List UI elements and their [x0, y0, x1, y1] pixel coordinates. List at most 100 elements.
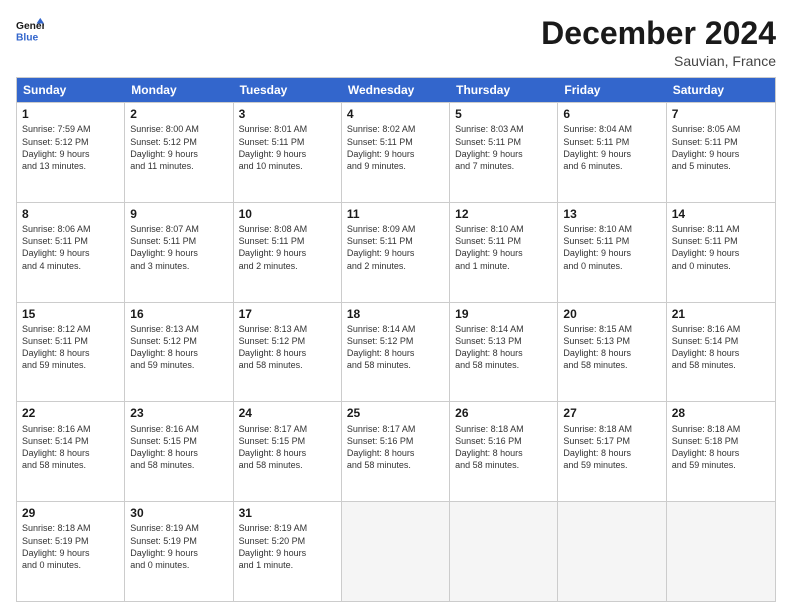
- day-number: 20: [563, 306, 660, 322]
- cell-line: Sunrise: 8:18 AM: [22, 522, 119, 534]
- cell-line: Sunset: 5:15 PM: [239, 435, 336, 447]
- day-number: 21: [672, 306, 770, 322]
- day-number: 2: [130, 106, 227, 122]
- cell-line: Sunset: 5:20 PM: [239, 535, 336, 547]
- cell-line: Sunset: 5:14 PM: [672, 335, 770, 347]
- cell-line: Sunrise: 8:17 AM: [347, 423, 444, 435]
- calendar: SundayMondayTuesdayWednesdayThursdayFrid…: [16, 77, 776, 602]
- day-number: 27: [563, 405, 660, 421]
- cell-line: Daylight: 8 hours: [347, 447, 444, 459]
- day-cell-23: 23Sunrise: 8:16 AMSunset: 5:15 PMDayligh…: [125, 402, 233, 501]
- cell-line: Sunrise: 8:13 AM: [130, 323, 227, 335]
- cell-line: Sunrise: 8:13 AM: [239, 323, 336, 335]
- cell-line: Daylight: 8 hours: [563, 347, 660, 359]
- cell-line: Sunset: 5:11 PM: [563, 136, 660, 148]
- empty-cell: [342, 502, 450, 601]
- cell-line: and 0 minutes.: [130, 559, 227, 571]
- title-area: December 2024 Sauvian, France: [541, 16, 776, 69]
- empty-cell: [558, 502, 666, 601]
- cell-line: Sunset: 5:19 PM: [130, 535, 227, 547]
- cell-line: and 1 minute.: [239, 559, 336, 571]
- day-number: 9: [130, 206, 227, 222]
- day-cell-14: 14Sunrise: 8:11 AMSunset: 5:11 PMDayligh…: [667, 203, 775, 302]
- day-number: 16: [130, 306, 227, 322]
- cell-line: Sunset: 5:15 PM: [130, 435, 227, 447]
- day-cell-22: 22Sunrise: 8:16 AMSunset: 5:14 PMDayligh…: [17, 402, 125, 501]
- day-number: 13: [563, 206, 660, 222]
- day-number: 23: [130, 405, 227, 421]
- day-number: 6: [563, 106, 660, 122]
- day-cell-4: 4Sunrise: 8:02 AMSunset: 5:11 PMDaylight…: [342, 103, 450, 202]
- cell-line: Daylight: 8 hours: [239, 347, 336, 359]
- day-cell-1: 1Sunrise: 7:59 AMSunset: 5:12 PMDaylight…: [17, 103, 125, 202]
- cell-line: and 58 minutes.: [455, 359, 552, 371]
- cell-line: Sunrise: 8:16 AM: [22, 423, 119, 435]
- day-cell-12: 12Sunrise: 8:10 AMSunset: 5:11 PMDayligh…: [450, 203, 558, 302]
- day-cell-26: 26Sunrise: 8:18 AMSunset: 5:16 PMDayligh…: [450, 402, 558, 501]
- day-cell-21: 21Sunrise: 8:16 AMSunset: 5:14 PMDayligh…: [667, 303, 775, 402]
- cell-line: and 59 minutes.: [22, 359, 119, 371]
- cell-line: Daylight: 8 hours: [22, 447, 119, 459]
- cell-line: Daylight: 8 hours: [455, 447, 552, 459]
- cell-line: and 58 minutes.: [239, 359, 336, 371]
- cell-line: Daylight: 8 hours: [22, 347, 119, 359]
- cell-line: and 1 minute.: [455, 260, 552, 272]
- cell-line: and 59 minutes.: [563, 459, 660, 471]
- cell-line: and 58 minutes.: [239, 459, 336, 471]
- cell-line: Daylight: 8 hours: [455, 347, 552, 359]
- cell-line: Daylight: 8 hours: [347, 347, 444, 359]
- cell-line: Sunset: 5:12 PM: [22, 136, 119, 148]
- cell-line: Sunset: 5:13 PM: [455, 335, 552, 347]
- day-cell-16: 16Sunrise: 8:13 AMSunset: 5:12 PMDayligh…: [125, 303, 233, 402]
- cell-line: Sunset: 5:11 PM: [672, 235, 770, 247]
- day-cell-9: 9Sunrise: 8:07 AMSunset: 5:11 PMDaylight…: [125, 203, 233, 302]
- cell-line: and 10 minutes.: [239, 160, 336, 172]
- day-cell-17: 17Sunrise: 8:13 AMSunset: 5:12 PMDayligh…: [234, 303, 342, 402]
- cell-line: and 4 minutes.: [22, 260, 119, 272]
- cell-line: Sunset: 5:13 PM: [563, 335, 660, 347]
- day-number: 26: [455, 405, 552, 421]
- day-number: 10: [239, 206, 336, 222]
- cell-line: and 7 minutes.: [455, 160, 552, 172]
- cell-line: Sunrise: 8:04 AM: [563, 123, 660, 135]
- cell-line: Sunrise: 8:08 AM: [239, 223, 336, 235]
- day-cell-20: 20Sunrise: 8:15 AMSunset: 5:13 PMDayligh…: [558, 303, 666, 402]
- calendar-body: 1Sunrise: 7:59 AMSunset: 5:12 PMDaylight…: [17, 102, 775, 601]
- header-day-thursday: Thursday: [450, 78, 558, 102]
- day-cell-24: 24Sunrise: 8:17 AMSunset: 5:15 PMDayligh…: [234, 402, 342, 501]
- day-number: 25: [347, 405, 444, 421]
- cell-line: and 58 minutes.: [455, 459, 552, 471]
- empty-cell: [667, 502, 775, 601]
- cell-line: Sunset: 5:11 PM: [347, 235, 444, 247]
- day-number: 15: [22, 306, 119, 322]
- cell-line: Sunrise: 8:14 AM: [455, 323, 552, 335]
- cell-line: and 2 minutes.: [239, 260, 336, 272]
- day-number: 8: [22, 206, 119, 222]
- cell-line: and 0 minutes.: [672, 260, 770, 272]
- cell-line: and 58 minutes.: [563, 359, 660, 371]
- cell-line: Daylight: 8 hours: [130, 347, 227, 359]
- cell-line: and 0 minutes.: [563, 260, 660, 272]
- day-number: 22: [22, 405, 119, 421]
- cell-line: Daylight: 8 hours: [672, 347, 770, 359]
- cell-line: and 59 minutes.: [672, 459, 770, 471]
- cell-line: Daylight: 9 hours: [563, 148, 660, 160]
- cell-line: Sunrise: 8:10 AM: [563, 223, 660, 235]
- day-cell-3: 3Sunrise: 8:01 AMSunset: 5:11 PMDaylight…: [234, 103, 342, 202]
- day-cell-28: 28Sunrise: 8:18 AMSunset: 5:18 PMDayligh…: [667, 402, 775, 501]
- cell-line: Daylight: 8 hours: [563, 447, 660, 459]
- day-number: 18: [347, 306, 444, 322]
- cell-line: and 58 minutes.: [22, 459, 119, 471]
- calendar-row-1: 1Sunrise: 7:59 AMSunset: 5:12 PMDaylight…: [17, 102, 775, 202]
- cell-line: Sunrise: 8:06 AM: [22, 223, 119, 235]
- cell-line: Sunrise: 8:10 AM: [455, 223, 552, 235]
- day-cell-2: 2Sunrise: 8:00 AMSunset: 5:12 PMDaylight…: [125, 103, 233, 202]
- calendar-row-4: 22Sunrise: 8:16 AMSunset: 5:14 PMDayligh…: [17, 401, 775, 501]
- day-number: 7: [672, 106, 770, 122]
- cell-line: and 58 minutes.: [347, 359, 444, 371]
- cell-line: Sunrise: 8:05 AM: [672, 123, 770, 135]
- cell-line: Daylight: 8 hours: [672, 447, 770, 459]
- cell-line: Sunrise: 8:18 AM: [672, 423, 770, 435]
- cell-line: Sunset: 5:12 PM: [130, 136, 227, 148]
- day-cell-8: 8Sunrise: 8:06 AMSunset: 5:11 PMDaylight…: [17, 203, 125, 302]
